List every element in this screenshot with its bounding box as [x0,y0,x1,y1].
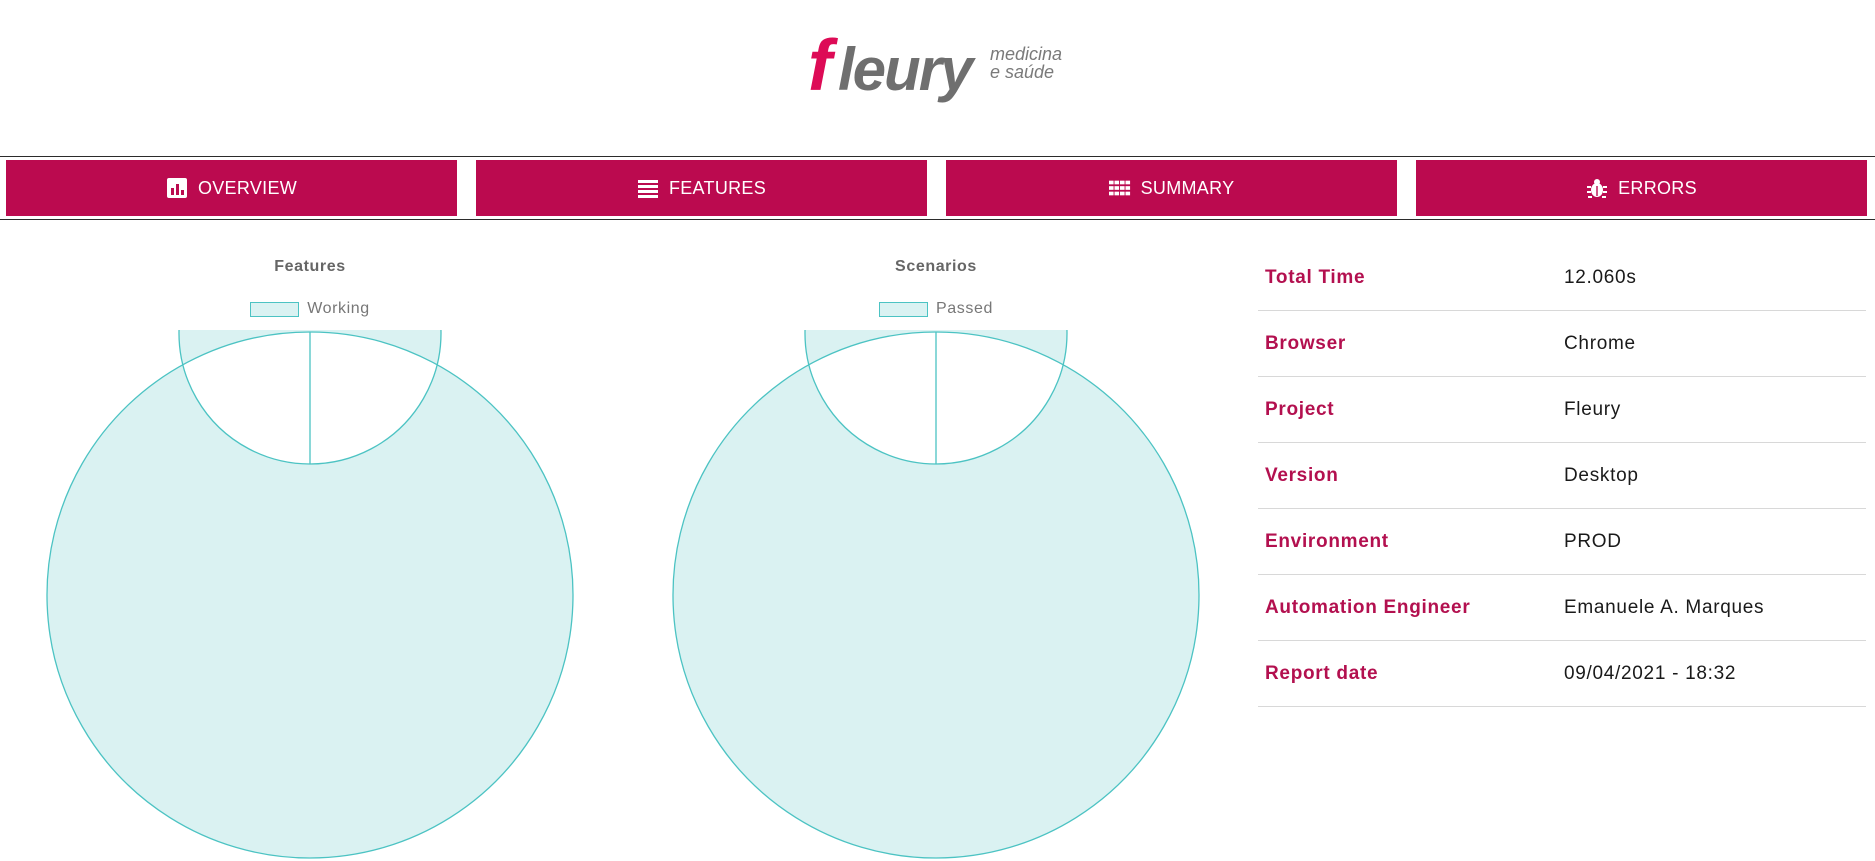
logo-tagline-1: medicina [990,44,1062,64]
chart-title: Scenarios [895,258,977,275]
info-row-report-date: Report date 09/04/2021 - 18:32 [1258,641,1866,707]
grid-icon [1108,177,1131,199]
info-row-environment: Environment PROD [1258,509,1866,575]
nav-bar: OVERVIEW FEATURES SUMMARY ERRORS [0,156,1875,220]
info-key: Version [1265,464,1339,486]
fleury-logo: f leury medicina e saúde [808,28,1062,106]
info-key: Report date [1265,662,1379,684]
info-key: Environment [1265,530,1389,552]
tab-overview[interactable]: OVERVIEW [6,160,457,216]
legend-swatch [250,301,300,317]
scenarios-donut[interactable] [656,330,1216,861]
features-donut[interactable] [30,330,590,861]
info-value: Desktop [1564,464,1639,486]
bug-icon [1586,177,1608,199]
info-row-version: Version Desktop [1258,443,1866,509]
info-value: Emanuele A. Marques [1564,596,1765,618]
info-row-project: Project Fleury [1258,377,1866,443]
chart-legend[interactable]: Working [30,300,590,318]
legend-swatch [879,301,929,317]
info-row-total-time: Total Time 12.060s [1258,245,1866,311]
info-key: Project [1265,398,1335,420]
legend-label: Passed [936,300,993,317]
chart-legend[interactable]: Passed [656,300,1216,318]
info-value: 12.060s [1564,266,1637,288]
logo-wordmark: leury [838,36,976,103]
scenarios-chart: Scenarios Passed [656,250,1216,861]
info-key: Automation Engineer [1265,596,1471,618]
logo-tagline-2: e saúde [990,62,1054,82]
chart-title: Features [274,258,346,275]
info-value: Fleury [1564,398,1621,420]
info-value: 09/04/2021 - 18:32 [1564,662,1737,684]
tab-features[interactable]: FEATURES [476,160,927,216]
tab-features-label: FEATURES [668,177,767,198]
tab-overview-label: OVERVIEW [197,177,298,198]
header: f leury medicina e saúde [0,0,1875,156]
info-value: PROD [1564,530,1622,552]
info-key: Total Time [1265,266,1366,288]
tab-summary-label: SUMMARY [1140,177,1235,198]
list-icon [637,177,659,199]
info-row-browser: Browser Chrome [1258,311,1866,377]
report-info-table: Total Time 12.060s Browser Chrome Projec… [1258,245,1866,707]
legend-label: Working [307,300,370,317]
info-key: Browser [1265,332,1346,354]
tab-errors-label: ERRORS [1618,177,1697,198]
info-row-automation-engineer: Automation Engineer Emanuele A. Marques [1258,575,1866,641]
tab-errors[interactable]: ERRORS [1416,160,1867,216]
tab-summary[interactable]: SUMMARY [946,160,1397,216]
bar-chart-icon [166,177,188,199]
features-chart: Features Working [30,250,590,861]
svg-text:f: f [808,28,838,106]
info-value: Chrome [1564,332,1636,354]
